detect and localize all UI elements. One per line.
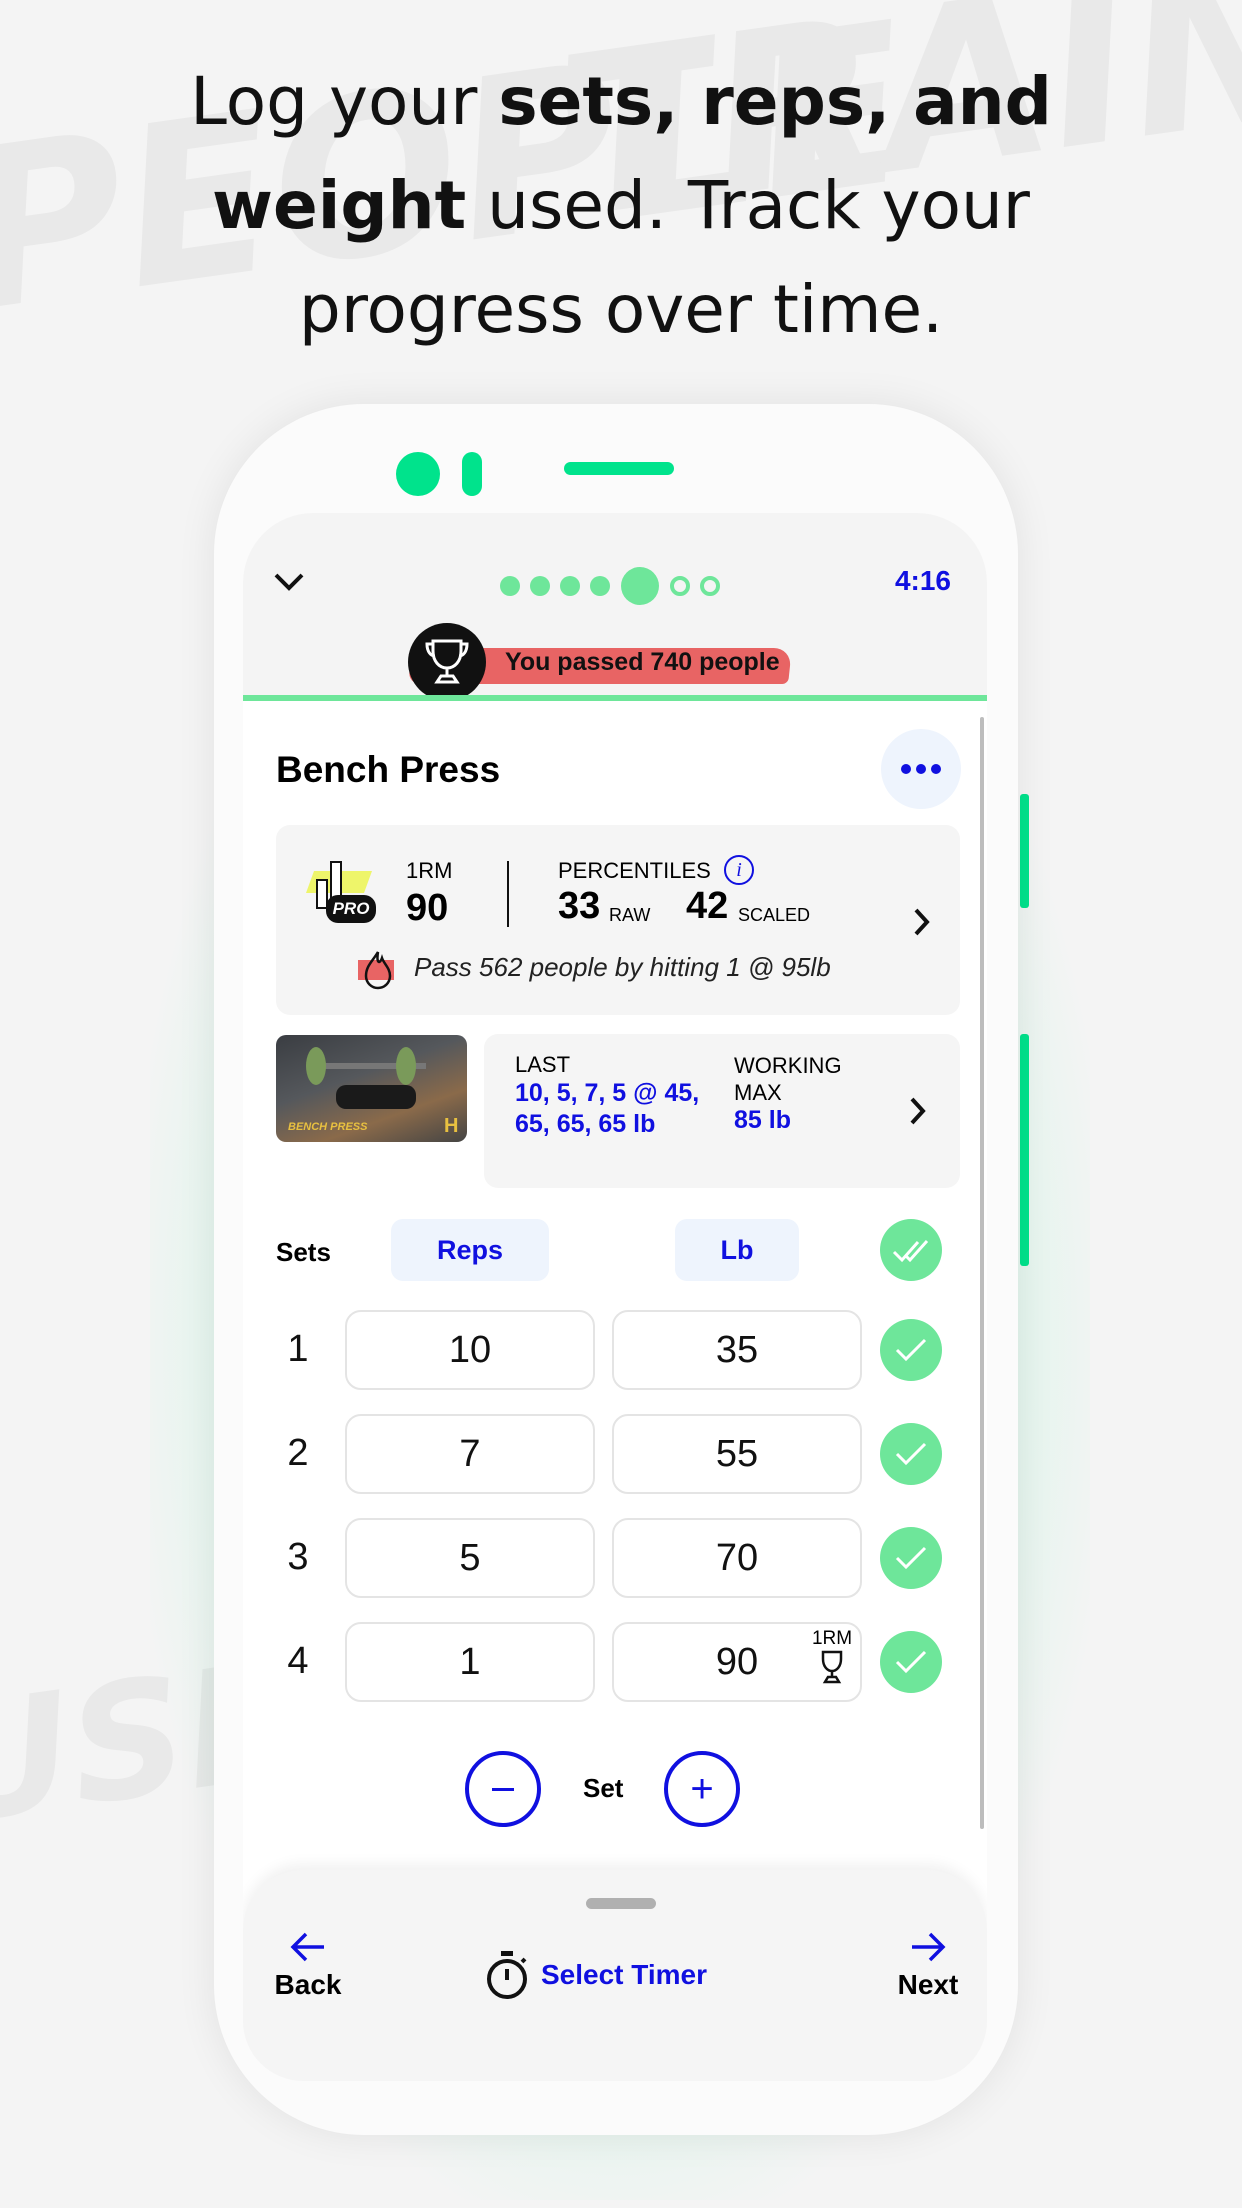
one-rm-value: 90 <box>406 887 449 929</box>
set-control-label: Set <box>583 1773 624 1803</box>
reps-input[interactable]: 7 <box>345 1414 595 1494</box>
check-icon <box>895 1650 927 1674</box>
weight-input[interactable]: 70 <box>612 1518 862 1598</box>
double-check-icon <box>892 1239 929 1263</box>
set-number: 3 <box>287 1536 309 1578</box>
select-timer-button[interactable]: Select Timer <box>485 1950 707 2000</box>
stopwatch-icon <box>487 1951 527 1999</box>
back-button[interactable]: Back <box>263 1930 353 2001</box>
trophy-badge <box>408 623 486 701</box>
exercise-video-thumbnail[interactable]: BENCH PRESS H <box>276 1035 467 1142</box>
raw-percentile: 33 <box>558 885 601 927</box>
lb-column-header: Lb <box>675 1219 799 1281</box>
arrow-right-icon <box>912 1932 946 1962</box>
pro-stats-icon: PRO <box>305 861 382 923</box>
info-icon[interactable]: i <box>724 855 754 885</box>
exercise-title: Bench Press <box>276 749 501 790</box>
chevron-down-icon[interactable] <box>273 571 305 593</box>
headline: Log your sets, reps, and weight used. Tr… <box>190 63 1052 348</box>
sensor-pill <box>462 452 482 496</box>
bottom-action-sheet: Back Select Timer Next <box>243 1870 987 2081</box>
set-number: 1 <box>287 1328 309 1370</box>
working-max-label: WORKING MAX <box>734 1053 842 1105</box>
pass-people-tip: Pass 562 people by hitting 1 @ 95lb <box>414 952 831 982</box>
scaled-percentile: 42 <box>686 885 729 927</box>
working-max-value: 85 lb <box>734 1106 791 1134</box>
stats-card[interactable]: PRO 1RM 90 PERCENTILES i 33 RAW 42 SCALE… <box>276 825 960 1015</box>
last-label: LAST <box>515 1052 571 1077</box>
arrow-left-icon <box>290 1932 324 1962</box>
trophy-icon <box>821 1650 843 1684</box>
sheet-drag-handle[interactable] <box>586 1898 656 1909</box>
progress-dot-current <box>621 567 659 605</box>
check-icon <box>895 1442 927 1466</box>
reps-input[interactable]: 10 <box>345 1310 595 1390</box>
progress-dot-done <box>560 576 580 596</box>
history-card[interactable]: LAST 10, 5, 7, 5 @ 45, 65, 65, 65 lb WOR… <box>484 1034 960 1188</box>
app-screen: 4:16 You passed 740 people Bench Press P… <box>243 513 987 2081</box>
remove-set-button[interactable] <box>465 1751 541 1827</box>
progress-dot-pending <box>670 576 690 596</box>
next-button[interactable]: Next <box>883 1930 973 2001</box>
progress-dot-done <box>530 576 550 596</box>
speaker-bar <box>564 462 674 475</box>
set-complete-check[interactable] <box>880 1631 942 1693</box>
reps-input[interactable]: 1 <box>345 1622 595 1702</box>
check-icon <box>895 1338 927 1362</box>
last-sets-value: 10, 5, 7, 5 @ 45, 65, 65, 65 lb <box>515 1079 700 1138</box>
progress-dot-pending <box>700 576 720 596</box>
phone-side-button <box>1020 794 1029 908</box>
sets-column-header: Sets <box>276 1237 331 1267</box>
one-rm-badge: 1RM <box>807 1628 857 1689</box>
set-complete-check[interactable] <box>880 1423 942 1485</box>
scrollbar[interactable] <box>980 717 984 1829</box>
check-icon <box>895 1546 927 1570</box>
reps-column-header: Reps <box>391 1219 549 1281</box>
set-complete-check[interactable] <box>880 1527 942 1589</box>
progress-line <box>243 695 987 701</box>
reps-input[interactable]: 5 <box>345 1518 595 1598</box>
add-set-button[interactable]: + <box>664 1751 740 1827</box>
one-rm-label: 1RM <box>406 858 453 883</box>
weight-input[interactable]: 55 <box>612 1414 862 1494</box>
workout-header: 4:16 You passed 740 people <box>243 513 987 701</box>
raw-label: RAW <box>609 905 651 925</box>
camera-dot <box>396 452 440 496</box>
divider <box>507 861 509 927</box>
set-complete-check[interactable] <box>880 1319 942 1381</box>
timer-readout: 4:16 <box>894 565 951 596</box>
more-options-button[interactable] <box>881 729 961 809</box>
set-number: 2 <box>287 1432 309 1474</box>
progress-dot-done <box>500 576 520 596</box>
chevron-right-icon <box>910 1097 926 1125</box>
set-number: 4 <box>287 1640 309 1682</box>
fire-icon <box>358 950 398 990</box>
scaled-label: SCALED <box>738 905 811 925</box>
trophy-icon <box>425 639 469 684</box>
chevron-right-icon <box>914 908 930 936</box>
weight-input[interactable]: 35 <box>612 1310 862 1390</box>
passed-banner-text: You passed 740 people <box>505 648 780 676</box>
percentiles-label: PERCENTILES <box>558 858 711 883</box>
progress-dot-done <box>590 576 610 596</box>
phone-side-button <box>1020 1034 1029 1266</box>
complete-all-button[interactable] <box>880 1219 942 1281</box>
